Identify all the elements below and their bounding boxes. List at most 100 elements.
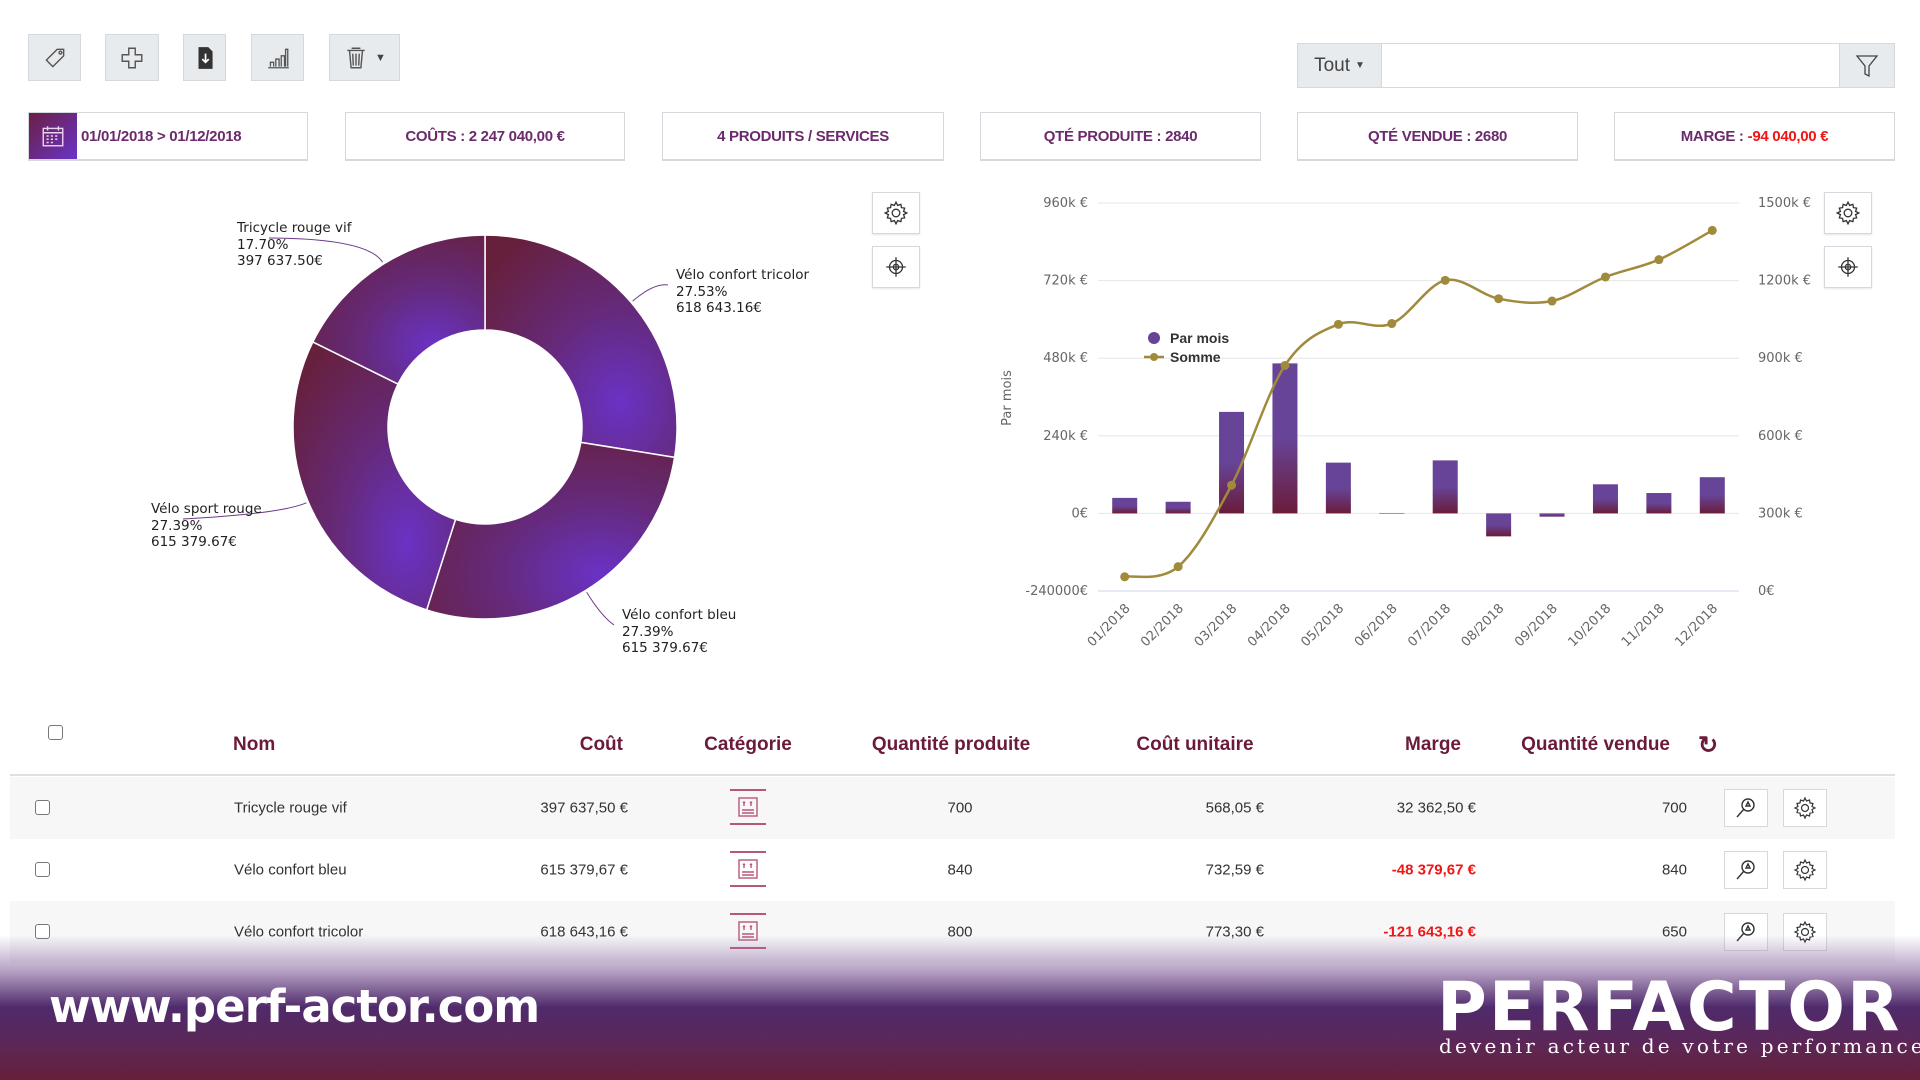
bar[interactable] (1646, 493, 1672, 514)
bar[interactable] (1486, 513, 1512, 537)
x-tick-label: 07/2018 (1405, 601, 1454, 650)
row-checkbox[interactable] (35, 800, 50, 815)
bar[interactable] (1699, 477, 1725, 514)
y-axis-label: Par mois (1000, 370, 1015, 426)
x-tick-label: 12/2018 (1672, 601, 1721, 650)
line-point[interactable] (1227, 480, 1237, 490)
header-name[interactable]: Nom (233, 734, 275, 756)
line-point[interactable] (1547, 296, 1557, 306)
header-qty-sold[interactable]: Quantité vendue (1521, 734, 1670, 756)
header-category[interactable]: Catégorie (704, 734, 792, 756)
delete-dropdown-button[interactable]: ▼ (329, 34, 400, 81)
bar[interactable] (1539, 513, 1565, 517)
donut-label-name: Vélo confort bleu (622, 607, 737, 623)
y2-tick-label: 900k € (1758, 351, 1803, 366)
donut-connector (632, 284, 669, 302)
donut-slice[interactable] (484, 234, 678, 459)
line-point[interactable] (1494, 294, 1504, 304)
bar[interactable] (1379, 513, 1405, 514)
add-button[interactable] (105, 34, 159, 81)
donut-label-name: Vélo confort tricolor (676, 267, 810, 283)
chart2-reset-button[interactable] (1824, 246, 1872, 288)
header-unit-cost[interactable]: Coût unitaire (1136, 734, 1253, 756)
table-row[interactable]: Tricycle rouge vif 397 637,50 € 700 568,… (10, 777, 1895, 839)
bar[interactable] (1165, 501, 1191, 514)
x-tick-label: 08/2018 (1459, 601, 1508, 650)
line-point[interactable] (1280, 360, 1290, 370)
line-point[interactable] (1600, 272, 1610, 282)
products-text: 4 PRODUITS / SERVICES (717, 127, 889, 145)
target-icon (886, 257, 906, 277)
bar[interactable] (1272, 363, 1298, 514)
view-details-button[interactable] (1724, 789, 1768, 827)
legend-item[interactable]: Par mois (1170, 330, 1229, 346)
cell-cost: 397 637,50 € (540, 799, 628, 817)
row-settings-button[interactable] (1783, 789, 1827, 827)
legend-item[interactable]: Somme (1170, 349, 1221, 365)
line-point[interactable] (1333, 319, 1343, 329)
magnifier-icon (1734, 858, 1758, 882)
cell-margin: -48 379,67 € (1391, 861, 1476, 879)
header-cost[interactable]: Coût (580, 734, 623, 756)
donut-slice[interactable] (292, 340, 457, 611)
gear-icon (1793, 858, 1817, 882)
line-point[interactable] (1654, 255, 1664, 265)
bar[interactable] (1325, 462, 1351, 514)
chart2-settings-button[interactable] (1824, 192, 1872, 234)
donut-label-percent: 27.53% (676, 283, 728, 300)
bar[interactable] (1219, 411, 1245, 514)
donut-label: Vélo confort tricolor 27.53% 618 643.16€ (676, 267, 809, 317)
x-tick-label: 06/2018 (1352, 601, 1401, 650)
donut-slice[interactable] (425, 441, 676, 620)
y2-axis-label: Somme (1819, 373, 1820, 423)
cell-cost: 615 379,67 € (540, 861, 628, 879)
header-qty-produced[interactable]: Quantité produite (872, 734, 1030, 756)
date-range-text: 01/01/2018 > 01/12/2018 (81, 127, 242, 145)
select-all-checkbox[interactable] (48, 725, 63, 740)
chart-settings-button[interactable] (872, 192, 920, 234)
donut-label-value: 397 637.50€ (237, 253, 323, 269)
logo-tagline: devenir acteur de votre performance (1439, 1034, 1920, 1058)
category-icon[interactable] (730, 789, 766, 825)
cell-qty-sold: 840 (1661, 861, 1687, 879)
donut-label-value: 618 643.16€ (676, 300, 762, 316)
date-range-picker[interactable]: 01/01/2018 > 01/12/2018 (28, 112, 308, 161)
costs-text: COÛTS : 2 247 040,00 € (405, 127, 565, 145)
line-point[interactable] (1387, 319, 1397, 329)
view-details-button[interactable] (1724, 851, 1768, 889)
y2-tick-label: 0€ (1758, 584, 1775, 599)
stats-button[interactable] (251, 34, 304, 81)
tag-button[interactable] (28, 34, 81, 81)
bar[interactable] (1432, 460, 1458, 514)
x-tick-label: 09/2018 (1512, 601, 1561, 650)
header-margin[interactable]: Marge (1405, 734, 1461, 756)
scope-select[interactable]: Tout ▼ (1298, 44, 1382, 87)
donut-label: Vélo confort bleu 27.39% 615 379.67€ (622, 607, 736, 657)
filter-button[interactable] (1839, 44, 1894, 87)
line-point[interactable] (1707, 225, 1717, 235)
x-tick-label: 04/2018 (1245, 601, 1294, 650)
chart-reset-button[interactable] (872, 246, 920, 288)
y-tick-label: 960k € (1043, 196, 1088, 211)
gear-icon (883, 200, 909, 226)
bar[interactable] (1592, 484, 1618, 514)
export-button[interactable] (183, 34, 226, 81)
legend-bar-marker (1148, 332, 1160, 344)
refresh-icon[interactable]: ↻ (1698, 731, 1718, 760)
donut-chart (182, 234, 678, 626)
row-settings-button[interactable] (1783, 851, 1827, 889)
donut-label-percent: 27.39% (622, 623, 674, 640)
row-checkbox[interactable] (35, 862, 50, 877)
line-point[interactable] (1440, 275, 1450, 285)
table-row[interactable]: Vélo confort bleu 615 379,67 € 840 732,5… (10, 839, 1895, 901)
line-point[interactable] (1120, 572, 1130, 582)
donut-label-percent: 17.70% (237, 236, 289, 253)
y2-tick-label: 300k € (1758, 506, 1803, 521)
category-icon[interactable] (730, 851, 766, 887)
line-point[interactable] (1173, 562, 1183, 572)
cumulative-line (1124, 229, 1713, 579)
chevron-down-icon: ▼ (1355, 60, 1365, 71)
donut-label-percent: 27.39% (151, 517, 203, 534)
bar[interactable] (1112, 497, 1138, 514)
search-input[interactable] (1382, 44, 1839, 87)
